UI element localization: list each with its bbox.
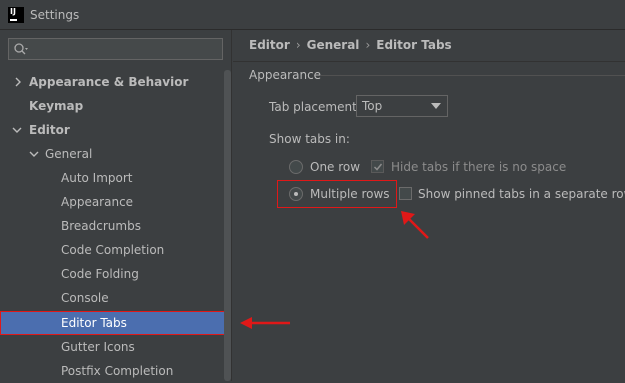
sidebar-item-appearance[interactable]: Appearance — [0, 190, 224, 214]
chevron-down-icon — [12, 127, 22, 133]
search-icon — [14, 43, 28, 55]
window-title: Settings — [30, 8, 80, 22]
breadcrumb-item[interactable]: General — [307, 38, 360, 52]
sidebar-item-label: Gutter Icons — [61, 340, 135, 354]
search-input[interactable] — [8, 38, 223, 60]
sidebar-item-code-completion[interactable]: Code Completion — [0, 238, 224, 262]
pinned-separate-row-label[interactable]: Show pinned tabs in a separate row — [418, 187, 625, 201]
breadcrumb-item[interactable]: Editor — [249, 38, 290, 52]
sidebar-item-gutter-icons[interactable]: Gutter Icons — [0, 335, 224, 359]
hide-tabs-checkbox[interactable] — [371, 160, 384, 173]
sidebar-item-breadcrumbs[interactable]: Breadcrumbs — [0, 214, 224, 238]
dropdown-arrow-icon — [431, 103, 441, 109]
sidebar-item-label: Breadcrumbs — [61, 219, 141, 233]
pinned-separate-row-checkbox[interactable] — [399, 187, 412, 200]
settings-sidebar: Appearance & Behavior Keymap Editor Gene… — [0, 30, 232, 381]
section-title: Appearance — [249, 68, 322, 82]
sidebar-item-label: General — [45, 147, 93, 161]
sidebar-scrollbar[interactable] — [224, 70, 231, 381]
annotation-arrow-up-left — [401, 211, 429, 239]
sidebar-item-keymap[interactable]: Keymap — [0, 94, 224, 118]
sidebar-item-label: Appearance & Behavior — [29, 75, 189, 89]
sidebar-item-editor[interactable]: Editor — [0, 118, 224, 142]
sidebar-item-editor-tabs[interactable]: Editor Tabs — [0, 311, 231, 335]
show-tabs-label: Show tabs in: — [269, 132, 350, 146]
chevron-down-icon — [29, 151, 39, 157]
one-row-label[interactable]: One row — [310, 160, 360, 174]
sidebar-item-label: Console — [61, 291, 109, 305]
hide-tabs-label[interactable]: Hide tabs if there is no space — [391, 160, 566, 174]
chevron-right-icon — [15, 77, 21, 87]
annotation-highlight-box — [277, 180, 397, 208]
sidebar-item-postfix-completion[interactable]: Postfix Completion — [0, 359, 224, 383]
tab-placement-label: Tab placement: — [269, 100, 361, 114]
sidebar-item-code-folding[interactable]: Code Folding — [0, 262, 224, 286]
chevron-right-icon: › — [365, 38, 371, 52]
app-logo-icon: IJ — [8, 7, 24, 23]
sidebar-item-appearance-behavior[interactable]: Appearance & Behavior — [0, 70, 224, 94]
chevron-right-icon: › — [295, 38, 301, 52]
sidebar-item-console[interactable]: Console — [0, 286, 224, 310]
section-divider — [321, 75, 625, 76]
breadcrumb: Editor › General › Editor Tabs — [249, 38, 452, 52]
sidebar-item-general[interactable]: General — [0, 142, 224, 166]
sidebar-item-label: Editor Tabs — [61, 316, 127, 330]
sidebar-item-label: Keymap — [29, 99, 84, 113]
sidebar-item-label: Postfix Completion — [61, 364, 174, 378]
tab-placement-value: Top — [362, 99, 383, 113]
breadcrumb-item: Editor Tabs — [376, 38, 452, 52]
sidebar-item-label: Code Folding — [61, 267, 139, 281]
sidebar-item-label: Appearance — [61, 195, 134, 209]
divider — [233, 61, 625, 62]
sidebar-item-label: Auto Import — [61, 171, 133, 185]
title-bar: IJ Settings — [0, 0, 625, 30]
one-row-radio[interactable] — [289, 160, 303, 174]
checkmark-icon — [373, 163, 383, 171]
sidebar-item-label: Editor — [29, 123, 70, 137]
sidebar-item-label: Code Completion — [61, 243, 165, 257]
tab-placement-select[interactable]: Top — [356, 95, 448, 117]
sidebar-item-auto-import[interactable]: Auto Import — [0, 166, 224, 190]
